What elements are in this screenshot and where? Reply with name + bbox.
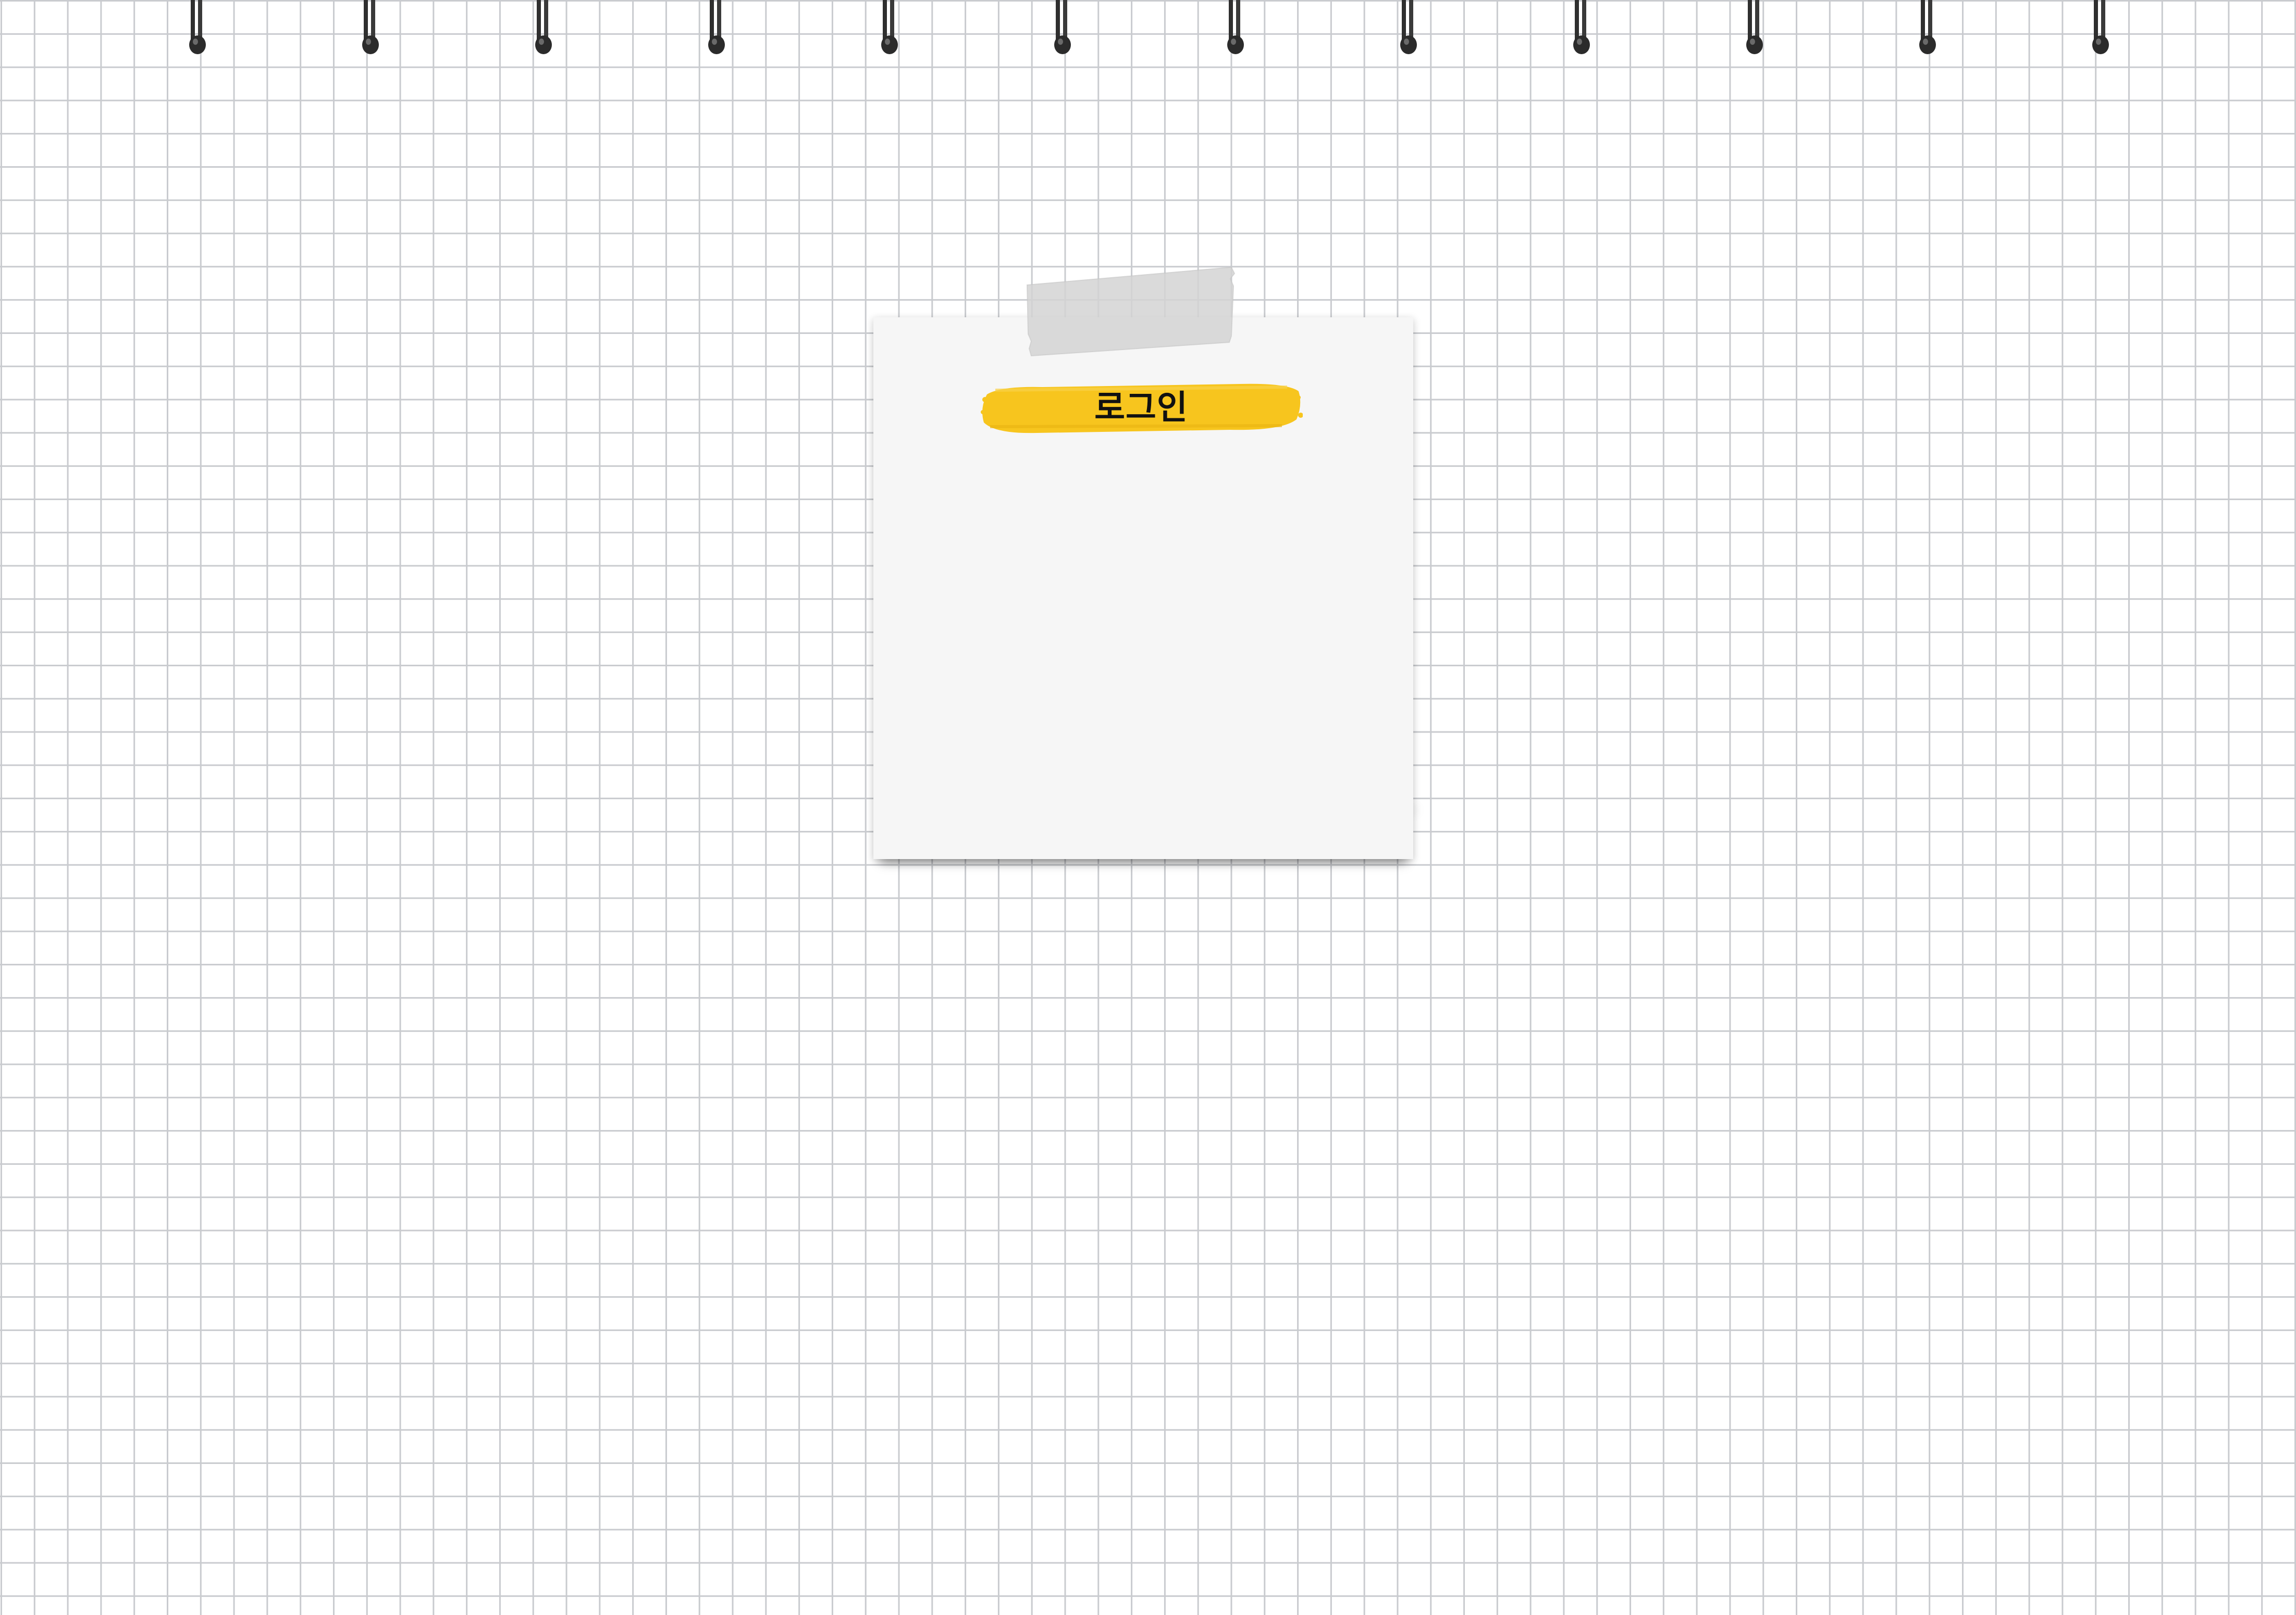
spiral-ring-icon [1745,0,1768,57]
notebook-spiral-binding [0,0,2296,63]
spiral-ring-icon [707,0,730,57]
login-note: 로그인 [870,263,1420,886]
spiral-ring-icon [1572,0,1595,57]
spiral-ring-icon [361,0,384,57]
spiral-ring-icon [1918,0,1941,57]
spiral-ring-icon [1226,0,1249,57]
spiral-ring-icon [880,0,903,57]
spiral-ring-icon [1053,0,1076,57]
spiral-ring-icon [188,0,211,57]
login-title: 로그인 [1094,389,1188,427]
spiral-ring-icon [534,0,557,57]
login-title-highlight: 로그인 [980,379,1303,437]
spiral-ring-icon [2091,0,2114,57]
spiral-ring-icon [1399,0,1422,57]
masking-tape-icon [1024,263,1238,359]
